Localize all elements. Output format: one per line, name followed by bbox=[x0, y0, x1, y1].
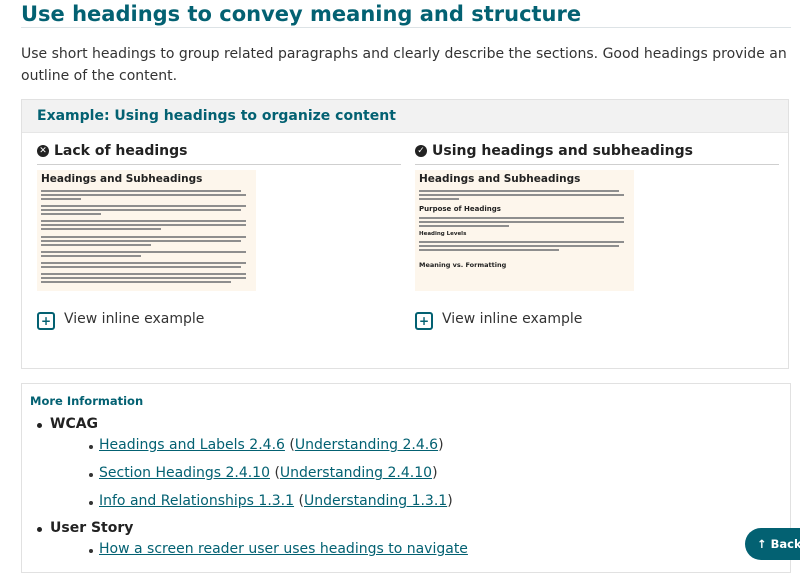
bad-example-heading-label: Lack of headings bbox=[54, 143, 188, 159]
understanding-246-link[interactable]: Understanding 2.4.6 bbox=[295, 437, 438, 453]
understanding-131-link[interactable]: Understanding 1.3.1 bbox=[304, 493, 447, 509]
section-headings-link[interactable]: Section Headings 2.4.10 bbox=[99, 465, 270, 481]
circle-x-icon: ✕ bbox=[37, 145, 49, 157]
good-example-thumbnail: Headings and Subheadings Purpose of Head… bbox=[415, 170, 634, 291]
list-item: Info and Relationships 1.3.1 (Understand… bbox=[89, 493, 453, 509]
view-inline-example-bad-label: View inline example bbox=[64, 311, 205, 327]
thumb-subheading: Heading Levels bbox=[419, 231, 467, 237]
list-item-user-story: User Story bbox=[36, 520, 134, 536]
example-header: Example: Using headings to organize cont… bbox=[22, 100, 788, 133]
bad-example-column: ✕ Lack of headings Headings and Subheadi… bbox=[37, 142, 401, 352]
understanding-2410-link[interactable]: Understanding 2.4.10 bbox=[280, 465, 432, 481]
expand-plus-icon: + bbox=[415, 312, 433, 330]
circle-check-icon: ✓ bbox=[415, 145, 427, 157]
good-example-heading: ✓ Using headings and subheadings bbox=[415, 142, 779, 165]
thumb-subheading: Purpose of Headings bbox=[419, 205, 501, 213]
more-information-title: More Information bbox=[30, 394, 144, 408]
good-example-column: ✓ Using headings and subheadings Heading… bbox=[415, 142, 779, 352]
list-item-wcag: WCAG bbox=[36, 416, 99, 432]
bad-example-thumbnail: Headings and Subheadings bbox=[37, 170, 256, 291]
list-item: Section Headings 2.4.10 (Understanding 2… bbox=[89, 465, 438, 481]
back-to-top-button[interactable]: ↑ Back bbox=[745, 528, 800, 560]
expand-plus-icon: + bbox=[37, 312, 55, 330]
intro-paragraph: Use short headings to group related para… bbox=[21, 46, 787, 84]
list-item: Headings and Labels 2.4.6 (Understanding… bbox=[89, 437, 444, 453]
bad-example-heading: ✕ Lack of headings bbox=[37, 142, 401, 165]
screen-reader-story-link[interactable]: How a screen reader user uses headings t… bbox=[99, 541, 468, 557]
page-title: Use headings to convey meaning and struc… bbox=[21, 2, 582, 26]
example-title: Example: Using headings to organize cont… bbox=[37, 108, 396, 124]
page: Use headings to convey meaning and struc… bbox=[0, 0, 800, 573]
thumb-title: Headings and Subheadings bbox=[41, 173, 203, 185]
thumb-title: Headings and Subheadings bbox=[419, 173, 581, 185]
list-item: How a screen reader user uses headings t… bbox=[89, 541, 468, 557]
more-information-box: More Information WCAG Headings and Label… bbox=[21, 383, 791, 573]
headings-and-labels-link[interactable]: Headings and Labels 2.4.6 bbox=[99, 437, 285, 453]
view-inline-example-good-label: View inline example bbox=[442, 311, 583, 327]
thumb-subheading: Meaning vs. Formatting bbox=[419, 261, 507, 269]
title-divider bbox=[21, 27, 791, 28]
example-panel: Example: Using headings to organize cont… bbox=[21, 99, 789, 369]
good-example-heading-label: Using headings and subheadings bbox=[432, 143, 693, 159]
info-and-relationships-link[interactable]: Info and Relationships 1.3.1 bbox=[99, 493, 294, 509]
